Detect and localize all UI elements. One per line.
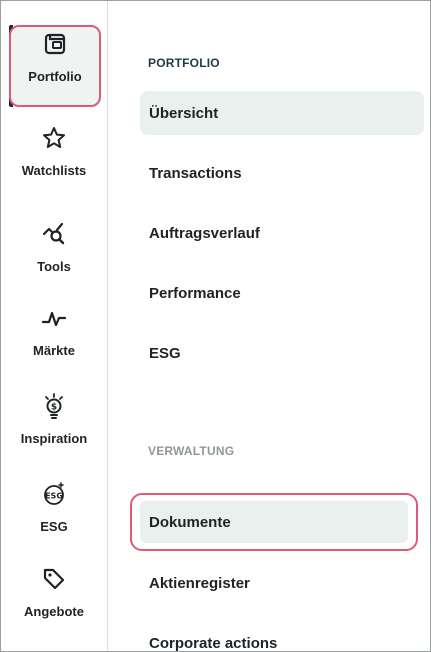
rail-label: Märkte <box>33 343 75 358</box>
menu-item-label: Dokumente <box>140 501 408 543</box>
rail-item-esg[interactable]: ESG ESG <box>1 481 107 534</box>
rail-item-tools[interactable]: Tools <box>1 221 107 274</box>
rail-label: Angebote <box>24 604 84 619</box>
lightbulb-dollar-icon: $ <box>41 393 67 419</box>
rail-label: ESG <box>40 519 68 534</box>
menu-item-performance[interactable]: Performance <box>140 271 424 315</box>
rail-label: Tools <box>37 259 71 274</box>
svg-text:ESG: ESG <box>45 492 63 501</box>
svg-text:$: $ <box>51 403 57 413</box>
tag-icon <box>41 566 67 592</box>
menu-item-transactions[interactable]: Transactions <box>140 151 424 195</box>
navigation-frame: Portfolio Watchlists Tools Märkte $ Insp… <box>0 0 431 652</box>
section-title-portfolio: PORTFOLIO <box>148 56 220 70</box>
rail-item-watchlists[interactable]: Watchlists <box>1 125 107 178</box>
icon-rail: Portfolio Watchlists Tools Märkte $ Insp… <box>1 1 108 651</box>
chart-search-icon <box>41 221 67 247</box>
section-title-verwaltung: VERWALTUNG <box>148 444 235 458</box>
submenu-panel: PORTFOLIO Übersicht Transactions Auftrag… <box>108 1 430 652</box>
pulse-line-icon <box>41 305 67 331</box>
menu-item-corporate-actions[interactable]: Corporate actions <box>140 621 424 652</box>
rail-item-portfolio[interactable]: Portfolio <box>9 25 101 107</box>
menu-item-aktienregister[interactable]: Aktienregister <box>140 561 424 605</box>
rail-item-inspiration[interactable]: $ Inspiration <box>1 393 107 446</box>
menu-item-esg[interactable]: ESG <box>140 331 424 375</box>
rail-item-maerkte[interactable]: Märkte <box>1 305 107 358</box>
rail-item-angebote[interactable]: Angebote <box>1 566 107 619</box>
menu-item-dokumente[interactable]: Dokumente <box>130 493 418 551</box>
menu-item-uebersicht[interactable]: Übersicht <box>140 91 424 135</box>
wallet-icon <box>42 31 68 57</box>
star-icon <box>41 125 67 151</box>
rail-label: Portfolio <box>28 69 82 84</box>
esg-badge-icon: ESG <box>41 481 67 507</box>
rail-label: Watchlists <box>21 163 87 178</box>
rail-label: Inspiration <box>20 431 88 446</box>
menu-item-auftragsverlauf[interactable]: Auftragsverlauf <box>140 211 424 255</box>
